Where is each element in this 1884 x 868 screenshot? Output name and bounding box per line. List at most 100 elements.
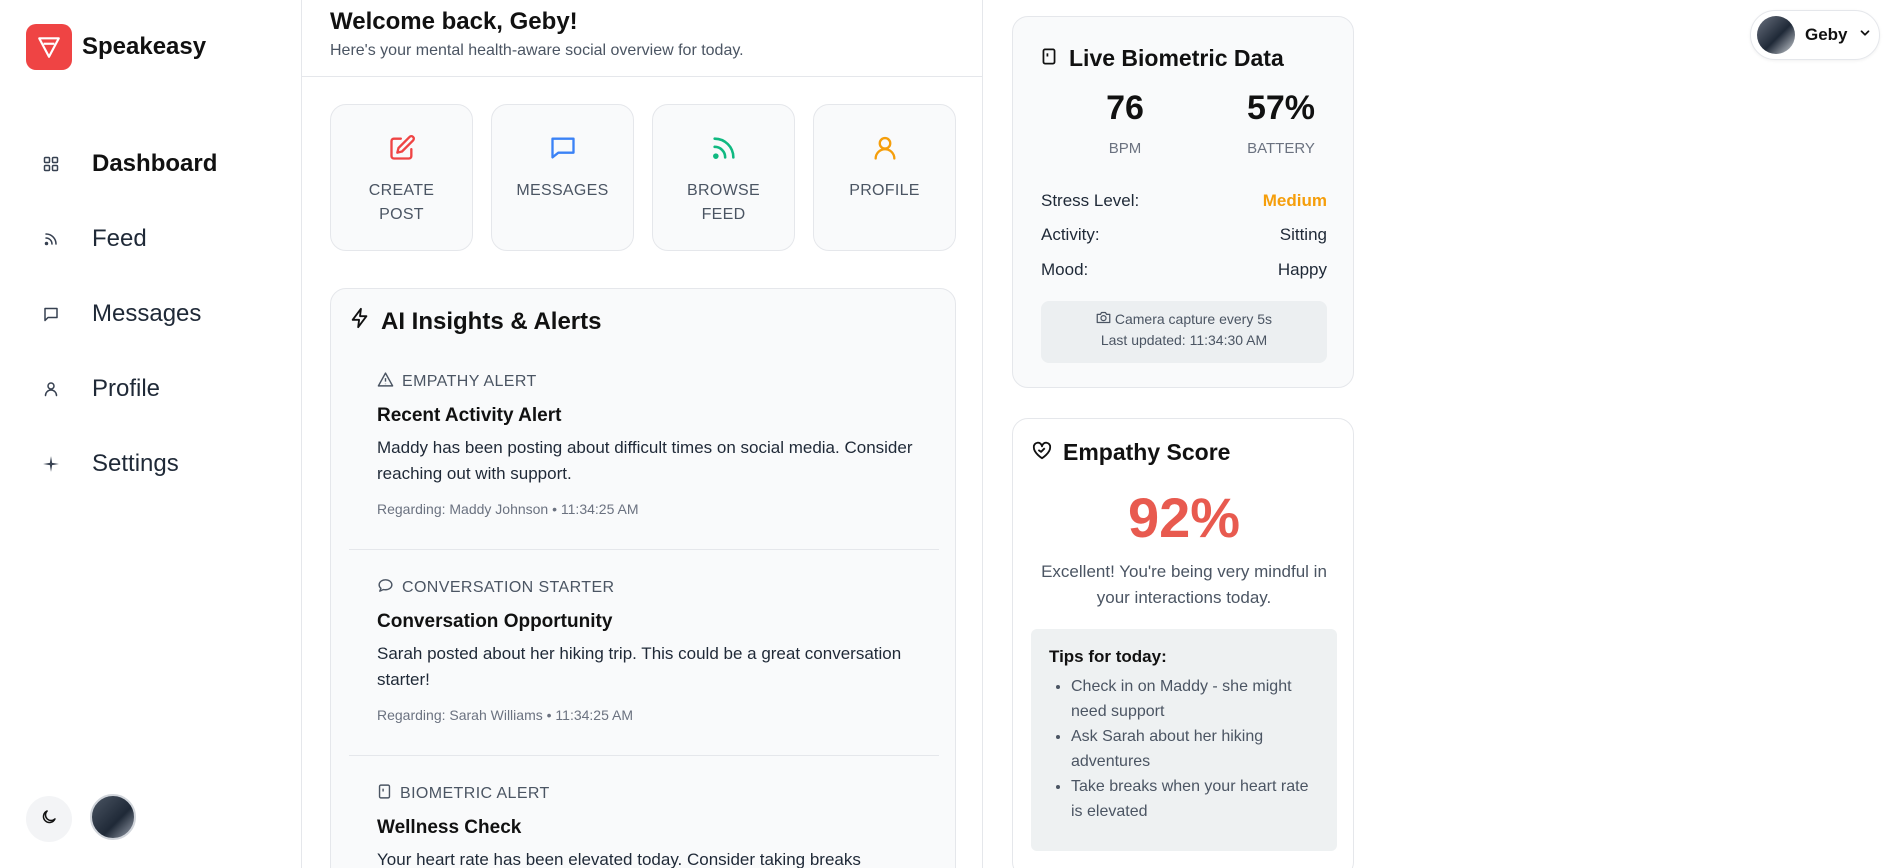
activity-label: Activity: [1041, 225, 1100, 244]
empathy-title-text: Empathy Score [1063, 439, 1231, 465]
bpm-stat: 76 BPM [1065, 89, 1185, 157]
avatar [1757, 16, 1795, 54]
chevron-down-icon [1858, 26, 1872, 45]
alert-meta: Regarding: Maddy Johnson • 11:34:25 AM [377, 501, 639, 517]
battery-label: BATTERY [1247, 140, 1315, 157]
page-subtitle: Here's your mental health-aware social o… [330, 42, 744, 59]
biometric-title-text: Live Biometric Data [1069, 45, 1284, 71]
page-header: Welcome back, Geby! Here's your mental h… [302, 0, 982, 77]
tip-item: Check in on Maddy - she might need suppo… [1071, 675, 1319, 724]
sidebar-item-label: Settings [92, 449, 179, 477]
alert-divider [349, 549, 939, 550]
mood-label: Mood: [1041, 260, 1089, 279]
tip-item: Ask Sarah about her hiking adventures [1071, 725, 1319, 774]
sidebar-item-label: Profile [92, 374, 161, 402]
messages-button[interactable]: MESSAGES [491, 104, 634, 251]
sidebar-item-dashboard[interactable]: Dashboard [0, 126, 302, 201]
alert-body: Your heart rate has been elevated today.… [377, 850, 861, 868]
mood-value: Happy [1277, 260, 1327, 279]
alert-type-label: EMPATHY ALERT [402, 373, 537, 390]
page-title: Welcome back, Geby! [330, 8, 578, 35]
user-name: Geby [1805, 25, 1848, 44]
mood-row: Mood: Happy [1041, 260, 1327, 280]
watch-icon [1041, 45, 1057, 72]
app-name: Speakeasy [82, 33, 207, 60]
empathy-score: 92% [1127, 486, 1241, 549]
warning-icon [377, 371, 394, 393]
user-icon [870, 133, 900, 163]
heart-icon [1031, 439, 1053, 466]
browse-feed-button[interactable]: BROWSE FEED [652, 104, 795, 251]
stress-row: Stress Level: Medium [1041, 191, 1327, 211]
user-icon [42, 380, 60, 398]
ai-insights-panel: AI Insights & Alerts EMPATHY ALERT Recen… [330, 288, 956, 868]
action-label: BROWSE FEED [687, 182, 760, 223]
theme-toggle-button[interactable] [26, 796, 72, 842]
action-label: CREATE POST [368, 182, 435, 223]
sparkle-icon [42, 455, 60, 473]
empathy-title: Empathy Score [1031, 439, 1230, 466]
alert-title: Conversation Opportunity [377, 611, 613, 632]
sidebar-nav: Dashboard Feed Messages Profile Settings [0, 126, 302, 501]
tips-box: Tips for today: Check in on Maddy - she … [1031, 629, 1337, 851]
camera-text: Camera capture every 5s [1114, 311, 1273, 327]
activity-row: Activity: Sitting [1041, 225, 1327, 245]
alert-title: Wellness Check [377, 817, 522, 838]
sidebar-item-label: Messages [92, 299, 202, 327]
create-post-button[interactable]: CREATE POST [330, 104, 473, 251]
stress-value: Medium [1262, 191, 1327, 210]
alert-type-label: BIOMETRIC ALERT [400, 785, 550, 802]
sidebar-item-settings[interactable]: Settings [0, 426, 302, 501]
insights-title: AI Insights & Alerts [349, 307, 601, 336]
watch-icon [377, 783, 392, 805]
sidebar-avatar[interactable] [90, 794, 136, 840]
quick-actions: CREATE POST MESSAGES BROWSE FEED PROFILE [330, 104, 956, 251]
bpm-value: 76 [1106, 89, 1144, 127]
biometric-card: Live Biometric Data 76 BPM 57% BATTERY S… [1012, 16, 1354, 388]
user-menu-button[interactable]: Geby [1750, 10, 1880, 60]
lightning-icon [349, 307, 371, 336]
empathy-message: Excellent! You're being very mindful in … [1041, 562, 1327, 607]
chat-bubble-icon [377, 577, 394, 599]
tip-item: Take breaks when your heart rate is elev… [1071, 775, 1319, 824]
alert-type-label: CONVERSATION STARTER [402, 579, 615, 596]
alert-item[interactable]: CONVERSATION STARTER Conversation Opport… [377, 577, 917, 723]
bpm-label: BPM [1108, 140, 1142, 157]
biometric-title: Live Biometric Data [1041, 45, 1284, 72]
action-label: MESSAGES [516, 182, 609, 199]
camera-line: Camera capture every 5s [1041, 309, 1327, 330]
battery-value: 57% [1246, 89, 1316, 127]
tips-list: Check in on Maddy - she might need suppo… [1049, 675, 1319, 824]
insights-title-text: AI Insights & Alerts [381, 307, 602, 335]
rss-icon [709, 133, 739, 163]
moon-icon [40, 808, 58, 831]
sidebar-item-label: Feed [92, 224, 147, 252]
edit-icon [387, 133, 417, 163]
stress-label: Stress Level: [1041, 191, 1140, 210]
alert-divider [349, 755, 939, 756]
grid-icon [42, 155, 60, 173]
alert-item[interactable]: BIOMETRIC ALERT Wellness Check Your hear… [377, 783, 917, 868]
alert-type: EMPATHY ALERT [377, 371, 917, 393]
alert-item[interactable]: EMPATHY ALERT Recent Activity Alert Madd… [377, 371, 917, 517]
alert-body: Maddy has been posting about difficult t… [377, 438, 913, 483]
alert-meta: Regarding: Sarah Williams • 11:34:25 AM [377, 707, 633, 723]
app-logo[interactable]: Speakeasy [26, 24, 206, 70]
sidebar-item-profile[interactable]: Profile [0, 351, 302, 426]
sidebar-item-label: Dashboard [92, 149, 218, 177]
message-icon [42, 305, 60, 323]
last-updated: Last updated: 11:34:30 AM [1100, 332, 1268, 348]
alert-title: Recent Activity Alert [377, 405, 562, 426]
profile-button[interactable]: PROFILE [813, 104, 956, 251]
sidebar-item-messages[interactable]: Messages [0, 276, 302, 351]
empathy-card: Empathy Score 92% Excellent! You're bein… [1012, 418, 1354, 868]
sidebar-item-feed[interactable]: Feed [0, 201, 302, 276]
action-label: PROFILE [849, 182, 920, 199]
sidebar: Speakeasy Dashboard Feed Messages Profil… [0, 0, 302, 868]
camera-status: Camera capture every 5s Last updated: 11… [1041, 301, 1327, 363]
alert-body: Sarah posted about her hiking trip. This… [377, 644, 902, 689]
camera-icon [1096, 311, 1115, 327]
column-divider [982, 0, 983, 868]
alert-type: BIOMETRIC ALERT [377, 783, 917, 805]
alert-type: CONVERSATION STARTER [377, 577, 917, 599]
